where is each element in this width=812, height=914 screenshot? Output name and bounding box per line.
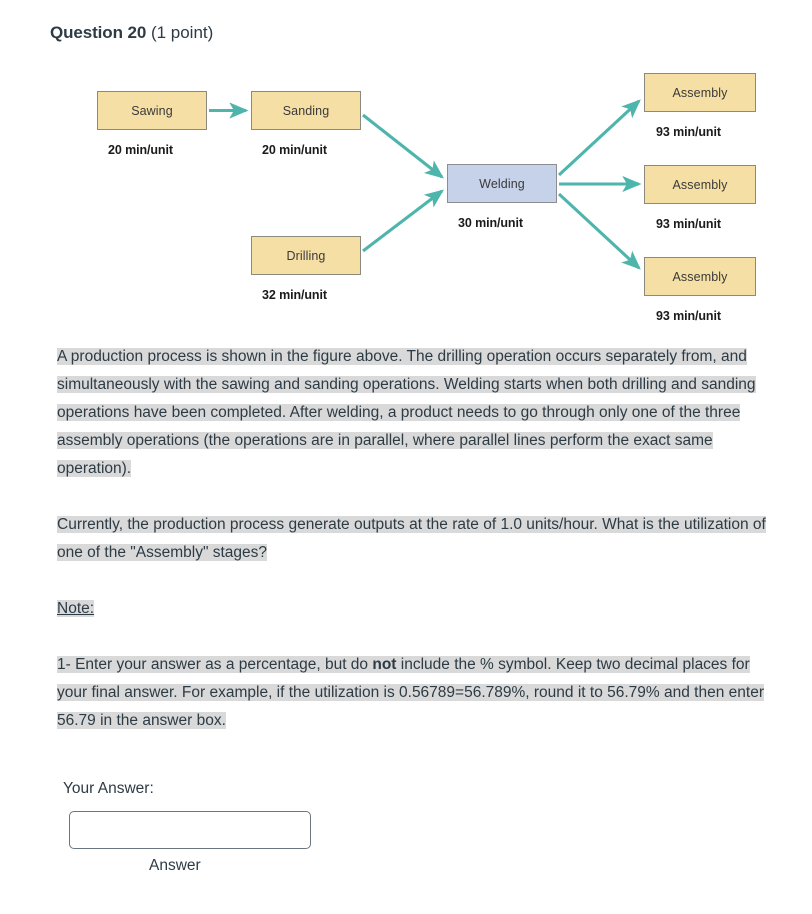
- arrow-sanding-to-welding: [362, 113, 444, 179]
- arrow-welding-to-assembly3: [557, 192, 641, 270]
- process-box-drilling-label: Drilling: [286, 248, 326, 263]
- note-text: 1- Enter your answer as a percentage, bu…: [57, 656, 764, 729]
- process-box-assembly-2-label: Assembly: [672, 177, 728, 192]
- answer-input[interactable]: [69, 811, 311, 849]
- question-header: Question 20 (1 point): [50, 22, 213, 44]
- arrow-drilling-to-welding: [362, 189, 444, 253]
- process-box-sanding-label: Sanding: [282, 103, 330, 118]
- process-time-sanding: 20 min/unit: [262, 143, 327, 157]
- process-box-sanding: Sanding: [251, 91, 361, 130]
- process-time-welding: 30 min/unit: [458, 216, 523, 230]
- process-box-assembly-3-label: Assembly: [672, 269, 728, 284]
- process-box-sawing-label: Sawing: [131, 103, 173, 118]
- process-time-sawing: 20 min/unit: [108, 143, 173, 157]
- process-time-assembly-2: 93 min/unit: [656, 217, 721, 231]
- your-answer-label: Your Answer:: [63, 780, 154, 797]
- process-flow-diagram: Sawing 20 min/unit Sanding 20 min/unit D…: [0, 55, 812, 330]
- process-time-drilling: 32 min/unit: [262, 288, 327, 302]
- question-paragraph-2: Currently, the production process genera…: [57, 511, 781, 567]
- answer-caption: Answer: [149, 857, 201, 874]
- note-text-part-1: 1- Enter your answer as a percentage, bu…: [57, 656, 373, 673]
- question-paragraph-2-text: Currently, the production process genera…: [57, 516, 766, 561]
- process-box-assembly-1-label: Assembly: [672, 85, 728, 100]
- process-time-assembly-3: 93 min/unit: [656, 309, 721, 323]
- question-paragraph-1-text: A production process is shown in the fig…: [57, 348, 756, 477]
- question-points: (1 point): [150, 23, 214, 42]
- process-box-welding: Welding: [447, 164, 557, 203]
- note-heading: Note:: [57, 600, 95, 617]
- process-box-sawing: Sawing: [97, 91, 207, 130]
- question-paragraph-1: A production process is shown in the fig…: [57, 343, 781, 483]
- process-box-assembly-1: Assembly: [644, 73, 756, 112]
- process-box-drilling: Drilling: [251, 236, 361, 275]
- question-title: Question 20: [50, 23, 147, 42]
- process-box-assembly-3: Assembly: [644, 257, 756, 296]
- question-body: A production process is shown in the fig…: [57, 343, 781, 735]
- process-time-assembly-1: 93 min/unit: [656, 125, 721, 139]
- process-box-assembly-2: Assembly: [644, 165, 756, 204]
- arrow-welding-to-assembly1: [557, 99, 641, 177]
- answer-area: Your Answer: Answer: [63, 778, 463, 875]
- process-box-welding-label: Welding: [479, 176, 525, 191]
- note-text-emphasis: not: [372, 656, 397, 673]
- note-paragraph: 1- Enter your answer as a percentage, bu…: [57, 651, 781, 735]
- note-heading-paragraph: Note:: [57, 595, 781, 623]
